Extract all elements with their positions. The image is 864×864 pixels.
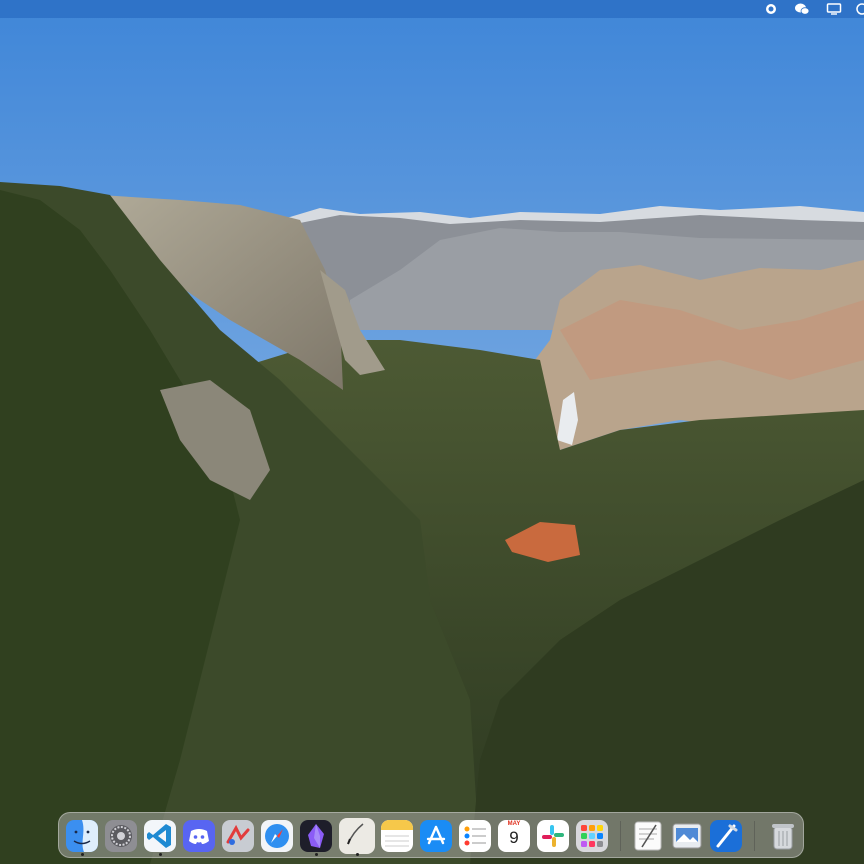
- desktop-wallpaper: [0, 0, 864, 864]
- system-settings-icon[interactable]: [105, 820, 137, 852]
- dock-separator: [620, 821, 621, 851]
- textedit-icon[interactable]: [632, 820, 664, 852]
- obsidian-icon[interactable]: [300, 820, 332, 852]
- vscode-running-indicator: [159, 853, 162, 856]
- dock-separator: [754, 821, 755, 851]
- display-icon[interactable]: [826, 2, 842, 16]
- launchpad-icon[interactable]: [576, 820, 608, 852]
- trash-icon[interactable]: [767, 820, 799, 852]
- slack-icon[interactable]: [537, 820, 569, 852]
- discord-icon[interactable]: [183, 820, 215, 852]
- dock: MAY 9: [58, 812, 804, 858]
- record-icon[interactable]: [763, 2, 779, 16]
- finder-icon[interactable]: [66, 820, 98, 852]
- wechat-icon[interactable]: [794, 2, 810, 16]
- obsidian-running-indicator: [315, 853, 318, 856]
- calendar-month: MAY: [507, 821, 521, 827]
- visual-studio-code-icon[interactable]: [144, 820, 176, 852]
- finder-running-indicator: [81, 853, 84, 856]
- mindmap-app-icon[interactable]: [222, 820, 254, 852]
- xcode-icon[interactable]: [710, 820, 742, 852]
- app-store-icon[interactable]: [420, 820, 452, 852]
- preview-icon[interactable]: [671, 820, 703, 852]
- notes-icon[interactable]: [381, 820, 413, 852]
- script-editor-running-indicator: [356, 853, 359, 856]
- safari-icon[interactable]: [261, 820, 293, 852]
- calendar-icon[interactable]: MAY 9: [498, 820, 530, 852]
- menu-bar: [0, 0, 864, 18]
- script-editor-icon[interactable]: [339, 818, 375, 854]
- calendar-day: 9: [509, 828, 519, 847]
- control-center-icon[interactable]: [855, 2, 864, 16]
- reminders-icon[interactable]: [459, 820, 491, 852]
